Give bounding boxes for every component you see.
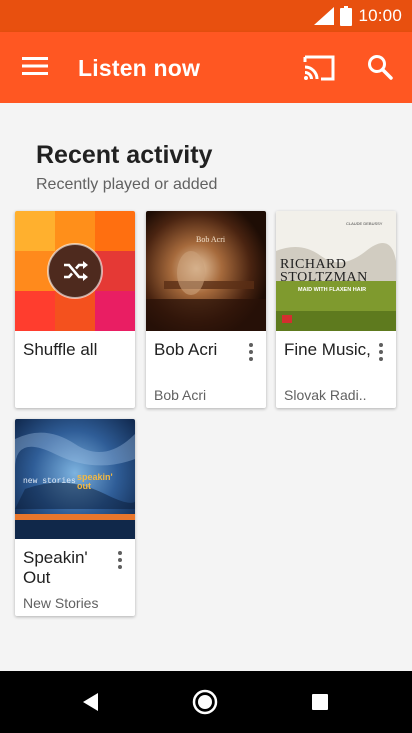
- album-art-label: Bob Acri: [196, 235, 226, 244]
- status-time: 10:00: [358, 6, 402, 25]
- more-options-button[interactable]: [244, 343, 258, 365]
- signal-icon: [314, 7, 335, 25]
- shuffle-icon: [64, 261, 88, 281]
- album-art-composer: CLAUDE DEBUSSY: [346, 221, 383, 226]
- recent-activity-section: Recent activity Recently played or added: [0, 103, 412, 671]
- app-bar: Listen now: [0, 32, 412, 103]
- album-card-fine-music[interactable]: CLAUDE DEBUSSY RICHARD STOLTZMAN MAID WI…: [276, 211, 396, 408]
- card-title: Bob Acri: [154, 340, 218, 359]
- home-button[interactable]: [192, 689, 218, 720]
- more-options-button[interactable]: [374, 343, 388, 365]
- card-subtitle: Slovak Radi..: [284, 387, 367, 403]
- page-title: Listen now: [78, 55, 201, 81]
- hamburger-icon: [22, 57, 48, 75]
- album-card-speakin-out[interactable]: new stories speakin' out Speakin' Out Ne…: [15, 419, 135, 616]
- shuffle-all-card[interactable]: Shuffle all: [15, 211, 135, 408]
- album-art-line2: STOLTZMAN: [280, 270, 368, 285]
- album-art-fine-music: CLAUDE DEBUSSY RICHARD STOLTZMAN MAID WI…: [276, 211, 396, 331]
- card-title: Shuffle all: [23, 340, 98, 359]
- home-icon: [192, 689, 218, 715]
- navigation-bar: [0, 671, 412, 733]
- card-subtitle: New Stories: [23, 595, 99, 611]
- album-art-bob-acri: Bob Acri: [146, 211, 266, 331]
- album-art-line3: MAID WITH FLAXEN HAIR: [298, 287, 367, 293]
- section-title: Recent activity: [36, 141, 213, 169]
- battery-icon: [340, 6, 353, 26]
- card-subtitle: Bob Acri: [154, 387, 207, 403]
- back-button[interactable]: [80, 691, 102, 718]
- recents-button[interactable]: [311, 693, 329, 716]
- album-art-speakin-out: new stories speakin' out: [15, 419, 135, 539]
- search-button[interactable]: [366, 53, 394, 81]
- cast-button[interactable]: [302, 54, 336, 82]
- section-subtitle: Recently played or added: [36, 176, 218, 193]
- menu-button[interactable]: [22, 56, 48, 76]
- album-card-bob-acri[interactable]: Bob Acri Bob Acri Bob Acri: [146, 211, 266, 408]
- more-vert-icon: [249, 343, 253, 347]
- cast-icon: [303, 55, 335, 81]
- card-title: Fine Music,: [284, 340, 371, 359]
- more-vert-icon: [118, 551, 122, 555]
- status-bar: 10:00: [0, 0, 412, 32]
- shuffle-artwork: [15, 211, 135, 331]
- search-icon: [368, 55, 393, 80]
- more-options-button[interactable]: [113, 551, 127, 573]
- back-icon: [83, 693, 98, 711]
- recents-icon: [312, 694, 328, 710]
- album-art-artist: new stories: [23, 477, 76, 486]
- album-art-title: speakin' out: [77, 472, 113, 491]
- more-vert-icon: [379, 343, 383, 347]
- card-title: Speakin' Out: [23, 548, 88, 587]
